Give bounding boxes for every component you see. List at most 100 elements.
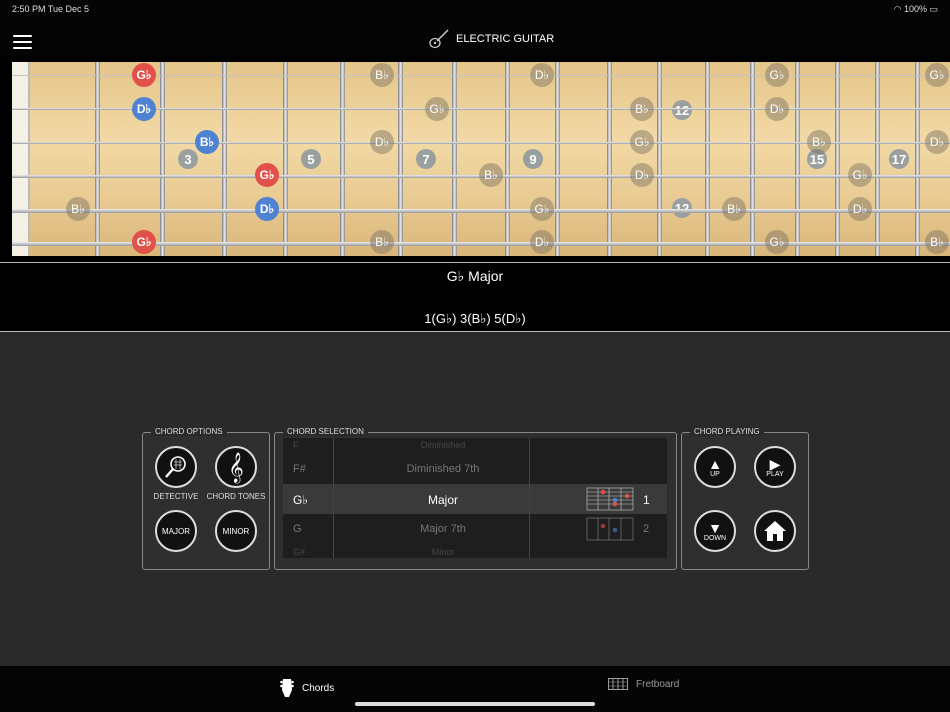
note-dot: B♭ <box>66 197 90 221</box>
picker-chord: Major <box>427 493 458 507</box>
nav-bar: ELECTRIC GUITAR <box>0 18 950 56</box>
note-dot: D♭ <box>255 197 279 221</box>
status-bar: 2:50 PM Tue Dec 5 ◠ 100% ▭ <box>0 0 950 18</box>
picker-key: G <box>293 523 302 535</box>
picker-row-selected[interactable]: G♭ Major 1 <box>283 484 667 514</box>
nut <box>12 62 30 256</box>
note-dot: D♭ <box>530 63 554 87</box>
picker-key: G♭ <box>293 493 308 507</box>
fretboard-icon <box>608 678 628 690</box>
chord-playing-title: CHORD PLAYING <box>690 427 764 436</box>
treble-clef-icon: 𝄞 <box>228 452 244 482</box>
fret-wire <box>835 62 840 256</box>
fret-wire <box>607 62 612 256</box>
note-dot: B♭ <box>925 230 949 254</box>
fret-wire <box>452 62 457 256</box>
note-dot: G♭ <box>425 97 449 121</box>
major-button[interactable]: MAJOR <box>155 510 197 552</box>
note-dot: D♭ <box>530 230 554 254</box>
note-dot: G♭ <box>925 63 949 87</box>
fret-wire <box>398 62 403 256</box>
picker-divider <box>333 438 334 558</box>
fret-wire <box>160 62 165 256</box>
fret-wire <box>875 62 880 256</box>
chord-picker[interactable]: F Diminished F# Diminished 7th G♭ Major <box>283 438 667 558</box>
fret-wire <box>95 62 100 256</box>
fret-wire <box>340 62 345 256</box>
picker-key: G# <box>293 547 306 557</box>
fret-wire <box>705 62 710 256</box>
note-dot: G♭ <box>765 63 789 87</box>
up-arrow-icon: ▲ <box>708 455 722 472</box>
note-dot: B♭ <box>370 230 394 254</box>
note-dot: B♭ <box>195 130 219 154</box>
note-dot: D♭ <box>925 130 949 154</box>
tab-chords[interactable]: Chords <box>280 678 334 698</box>
chord-name: G♭ Major <box>446 268 504 284</box>
status-time: 2:50 PM Tue Dec 5 <box>12 4 90 14</box>
tab-fretboard[interactable]: Fretboard <box>608 678 679 690</box>
guitar-icon <box>429 29 449 49</box>
home-indicator <box>355 702 595 706</box>
magnifier-icon <box>165 456 186 478</box>
picker-position: 2 <box>643 523 650 535</box>
major-label: MAJOR <box>162 526 190 536</box>
chord-selection-panel: CHORD SELECTION F Diminished F# Diminish… <box>274 427 677 570</box>
fret-marker: 9 <box>523 149 543 169</box>
chord-options-panel: CHORD OPTIONS DETECTIVE 𝄞 CHORD TONES MA… <box>142 427 270 570</box>
note-dot: B♭ <box>807 130 831 154</box>
chord-options-title: CHORD OPTIONS <box>151 427 227 436</box>
minor-button[interactable]: MINOR <box>215 510 257 552</box>
home-button[interactable] <box>754 510 796 552</box>
note-dot: G♭ <box>255 163 279 187</box>
play-button[interactable]: ▶ PLAY <box>754 446 796 488</box>
picker-row[interactable]: F# Diminished 7th <box>283 454 667 484</box>
note-dot: D♭ <box>848 197 872 221</box>
note-dot: G♭ <box>132 230 156 254</box>
note-dot: B♭ <box>722 197 746 221</box>
down-label: DOWN <box>703 534 727 542</box>
fret-marker: 12 <box>672 198 692 218</box>
note-dot: B♭ <box>479 163 503 187</box>
fret-wire <box>222 62 227 256</box>
menu-button[interactable] <box>13 35 32 49</box>
note-dot: G♭ <box>848 163 872 187</box>
picker-row[interactable]: G# Minor <box>283 538 667 558</box>
picker-position: 1 <box>643 493 650 507</box>
battery-icon: ▭ <box>929 4 938 14</box>
picker-key: F <box>293 440 299 450</box>
tab-fretboard-label: Fretboard <box>636 678 680 690</box>
fret-marker: 5 <box>301 149 321 169</box>
play-icon: ▶ <box>769 455 781 472</box>
picker-chord: Diminished <box>420 440 466 450</box>
tab-chords-label: Chords <box>302 682 335 694</box>
note-dot: G♭ <box>132 63 156 87</box>
minor-label: MINOR <box>222 526 250 536</box>
picker-key: F# <box>293 463 306 475</box>
up-label: UP <box>710 470 720 478</box>
fret-wire <box>283 62 288 256</box>
fret-wire <box>795 62 800 256</box>
note-dot: D♭ <box>630 163 654 187</box>
note-dot: G♭ <box>630 130 654 154</box>
status-battery: ◠ 100% ▭ <box>894 4 938 15</box>
picker-chord: Diminished 7th <box>406 463 480 475</box>
wifi-icon: ◠ <box>893 4 902 14</box>
note-dot: B♭ <box>370 63 394 87</box>
guitar-string <box>12 209 950 213</box>
picker-divider <box>529 438 530 558</box>
note-dot: D♭ <box>765 97 789 121</box>
fret-marker: 3 <box>178 149 198 169</box>
fret-wire <box>505 62 510 256</box>
up-button[interactable]: ▲ UP <box>694 446 736 488</box>
note-dot: B♭ <box>630 97 654 121</box>
chord-playing-panel: CHORD PLAYING ▲ UP ▶ PLAY ▼ DOWN <box>681 427 809 570</box>
fretboard[interactable]: 3 5 7 9 12 12 15 17 G♭ D♭ B♭ G♭ D♭ G♭ B♭… <box>0 56 950 262</box>
down-button[interactable]: ▼ DOWN <box>694 510 736 552</box>
home-icon <box>764 521 786 541</box>
fret-wire <box>915 62 920 256</box>
detective-button[interactable] <box>155 446 197 488</box>
chord-tones-button[interactable]: 𝄞 <box>215 446 257 488</box>
chord-tones: 1(G♭) 3(B♭) 5(D♭) <box>424 311 526 326</box>
battery-percent: 100% <box>903 4 927 14</box>
